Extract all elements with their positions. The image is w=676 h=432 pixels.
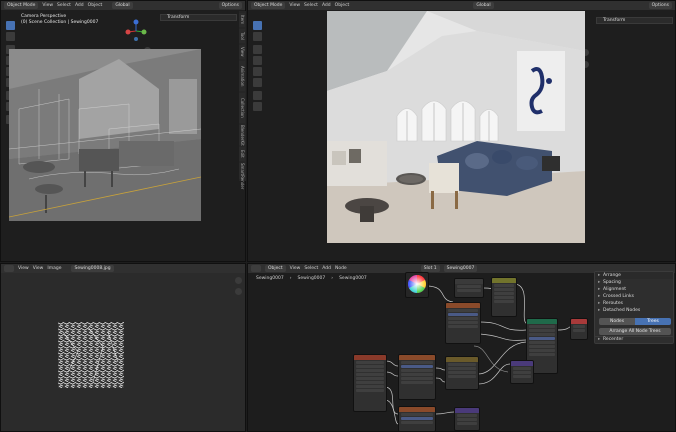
tab-edit[interactable]: Edit (239, 147, 245, 161)
arrange-detached-nodes[interactable]: Detached Nodes (595, 307, 673, 314)
tab-item[interactable]: Item (239, 13, 245, 27)
menu-object-right[interactable]: Object (335, 3, 350, 8)
navigation-gizmo-icon[interactable] (124, 19, 148, 43)
image-zoom-icon[interactable] (235, 277, 242, 284)
select-tool[interactable] (6, 21, 15, 30)
options-button[interactable]: Options (218, 2, 242, 9)
image-editor[interactable]: View View Image Sewing0008.jpg (0, 263, 246, 432)
tab-collection[interactable]: Collection (239, 93, 245, 123)
viewport-header: Object Mode View Select Add Object Globa… (1, 1, 245, 10)
recenter-section[interactable]: Recenter (595, 337, 673, 343)
tab-blenderkit[interactable]: BlenderKit (239, 125, 245, 146)
cursor-tool-right[interactable] (253, 32, 262, 41)
orientation-dropdown[interactable]: Global (112, 2, 133, 9)
arrange-all-trees-button[interactable]: Arrange All Node Trees (599, 328, 671, 335)
rotate-tool-right[interactable] (253, 56, 262, 65)
arrange-panel-title[interactable]: Arrange (595, 272, 673, 279)
tab-smartrender[interactable]: SmartRender (239, 163, 245, 189)
image-name-field[interactable]: Sewing0008.jpg (71, 265, 114, 272)
mode-dropdown[interactable]: Object Mode (4, 2, 39, 9)
toggle-nodes[interactable]: Nodes (599, 318, 635, 325)
menu-add-right[interactable]: Add (322, 3, 331, 8)
viewport-header-right: Object Mode View Select Add Object Globa… (248, 1, 675, 10)
recenter-panel: Recenter (594, 336, 674, 344)
color-wheel-icon[interactable] (406, 273, 428, 295)
cursor-tool[interactable] (6, 32, 15, 41)
scale-tool-right[interactable] (253, 67, 262, 76)
tab-tool[interactable]: Tool (239, 29, 245, 43)
arrange-alignment[interactable]: Alignment (595, 286, 673, 293)
node-color-ramp[interactable] (445, 302, 481, 344)
image-pan-icon[interactable] (235, 288, 242, 295)
menu-view-right[interactable]: View (289, 3, 300, 8)
scene-collection-label: (0) Scene Collection | Sewing0007 (21, 20, 99, 25)
rendered-scene-image (327, 11, 585, 243)
viewport-top-right[interactable]: Object Mode View Select Add Object Globa… (247, 0, 676, 262)
menu-object[interactable]: Object (88, 3, 103, 8)
sidebar-tabs: Item Tool View Animation Collection Blen… (239, 11, 246, 189)
transform-panel-header-right[interactable]: Transform (596, 17, 673, 24)
node-material-output[interactable] (570, 318, 588, 340)
color-picker-node[interactable] (405, 272, 429, 298)
menu-select-right[interactable]: Select (304, 3, 318, 8)
toggle-trees[interactable]: Trees (635, 318, 671, 325)
arrange-toggle: Nodes Trees (599, 318, 671, 325)
tab-animation[interactable]: Animation (239, 61, 245, 91)
node-editor[interactable]: Object View Select Add Node Slot 1 Sewin… (247, 263, 676, 432)
arrange-spacing[interactable]: Spacing (595, 279, 673, 286)
node-bump[interactable] (510, 360, 534, 384)
measure-tool-right[interactable] (253, 102, 262, 111)
menu-view2-image[interactable]: View (33, 266, 44, 271)
node-image-texture-2[interactable] (398, 406, 436, 432)
node-image-texture[interactable] (398, 354, 436, 400)
mode-dropdown-right[interactable]: Object Mode (251, 2, 286, 9)
menu-select[interactable]: Select (57, 3, 71, 8)
image-editor-header: View View Image Sewing0008.jpg (1, 264, 245, 273)
node-mapping[interactable] (445, 356, 479, 390)
orientation-dropdown-right[interactable]: Global (473, 2, 494, 9)
node-texture-coordinate[interactable] (353, 354, 387, 412)
menu-view-image[interactable]: View (18, 266, 29, 271)
options-button-right[interactable]: Options (648, 2, 672, 9)
viewport-overlay-text: Camera Perspective (0) Scene Collection … (21, 14, 98, 26)
arrange-crossed-links[interactable]: Crossed Links (595, 293, 673, 300)
camera-frame-render (9, 49, 201, 221)
viewport-top-left[interactable]: Object Mode View Select Add Object Globa… (0, 0, 246, 262)
menu-add[interactable]: Add (75, 3, 84, 8)
node-normal-map[interactable] (454, 407, 480, 431)
node-rgb[interactable] (454, 278, 484, 298)
texture-image-preview (58, 322, 124, 388)
annotate-tool-right[interactable] (253, 91, 262, 100)
transform-panel-header[interactable]: Transform (160, 14, 237, 21)
select-tool-right[interactable] (253, 21, 262, 30)
arrange-panel: Arrange Spacing Alignment Crossed Links … (594, 271, 674, 342)
node-mix-top[interactable] (491, 277, 517, 317)
arrange-reroutes[interactable]: Reroutes (595, 300, 673, 307)
editor-type-dropdown[interactable] (4, 265, 14, 272)
menu-image[interactable]: Image (47, 266, 61, 271)
tab-view[interactable]: View (239, 45, 245, 59)
transform-tool-right[interactable] (253, 78, 262, 87)
menu-view[interactable]: View (42, 3, 53, 8)
move-tool-right[interactable] (253, 45, 262, 54)
